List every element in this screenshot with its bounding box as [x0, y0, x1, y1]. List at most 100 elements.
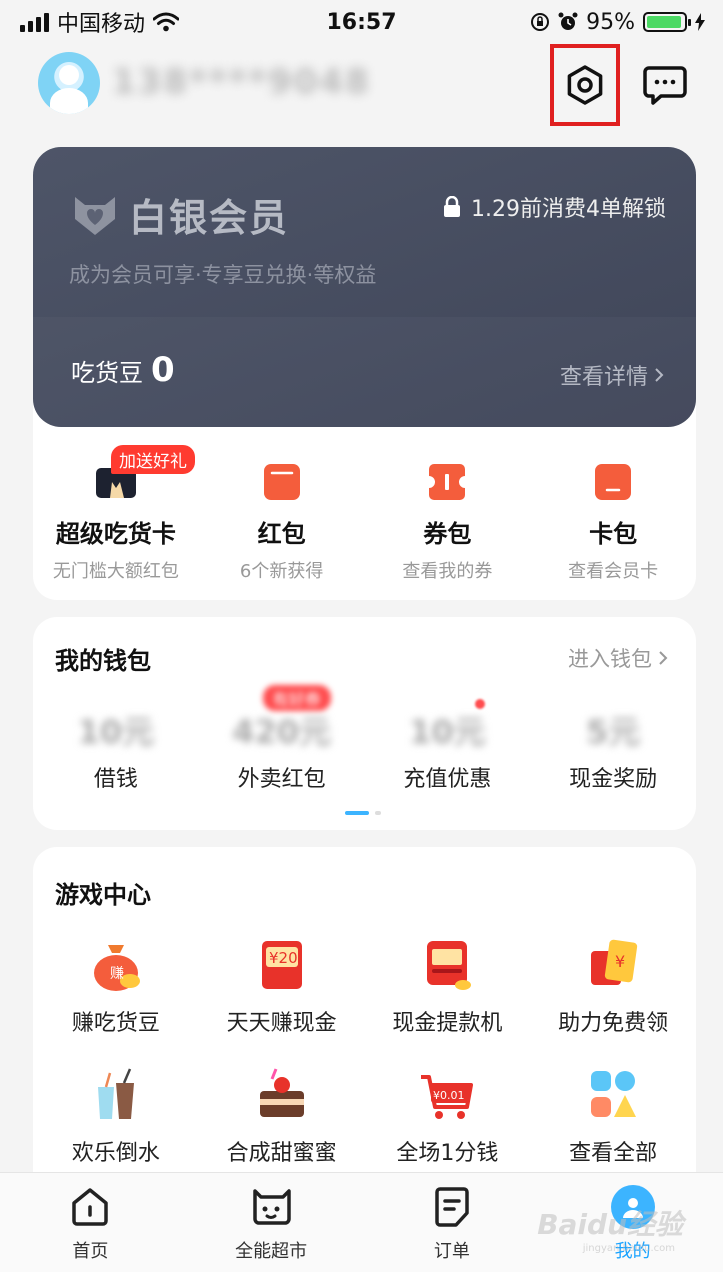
member-badge-icon — [75, 196, 115, 235]
game-daily-cash[interactable]: ¥20 天天赚现金 — [199, 937, 365, 1037]
watermark-logo: Baidu经验 — [537, 1208, 683, 1241]
member-subtitle: 成为会员可享·专享豆兑换·等权益 — [69, 263, 377, 287]
svg-text:赚: 赚 — [110, 966, 124, 982]
order-icon — [435, 1187, 469, 1227]
chevron-right-icon — [655, 368, 664, 382]
quick-title: 券包 — [423, 520, 472, 548]
unlock-text: 1.29前消费4单解锁 — [471, 197, 666, 222]
red-packet-entry[interactable]: 红包 6个新获得 — [199, 440, 365, 583]
quick-subtitle: 6个新获得 — [239, 561, 324, 582]
wallet-items: 10元 借钱 有好券 420元 外卖红包 10元 充值优惠 5元 现金奖励 — [33, 685, 696, 793]
carrier-name: 中国移动 — [57, 12, 146, 37]
charging-bolt-icon — [695, 13, 705, 31]
member-card[interactable]: 白银会员 1.29前消费4单解锁 成为会员可享·专享豆兑换·等权益 吃货豆 0 … — [33, 147, 696, 427]
beans-balance: 吃货豆 0 — [71, 350, 175, 390]
game-grid: 赚 赚吃货豆 ¥20 天天赚现金 现金提款机 ¥ 助力免费领 欢乐倒水 合成甜蜜… — [33, 937, 696, 1167]
wifi-icon — [153, 12, 180, 32]
game-label: 赚吃货豆 — [71, 1011, 160, 1036]
wallet-label: 借钱 — [93, 767, 138, 792]
settings-icon — [567, 65, 603, 105]
game-center-title: 游戏中心 — [55, 881, 151, 909]
gift-tag: 加送好礼 — [111, 445, 195, 474]
watermark-url: jingyan.baidu.com — [582, 1243, 675, 1254]
game-label: 现金提款机 — [392, 1011, 503, 1036]
settings-button[interactable] — [550, 44, 620, 126]
lock-icon — [444, 196, 461, 217]
cash-machine-icon — [427, 941, 472, 990]
wallet-label: 现金奖励 — [569, 767, 658, 792]
alarm-icon — [558, 12, 578, 30]
money-bag-icon: 赚 — [93, 945, 140, 991]
battery-percent: 95% — [586, 9, 635, 35]
quick-title: 超级吃货卡 — [55, 520, 176, 548]
status-bar: 中国移动 16:57 95% — [0, 0, 723, 44]
ticket-icon — [429, 464, 466, 500]
wallet-label: 充值优惠 — [403, 767, 492, 792]
tab-label: 订单 — [433, 1241, 470, 1262]
member-detail-link[interactable]: 查看详情 — [560, 359, 664, 391]
all-apps-icon — [591, 1071, 637, 1117]
coupon-icon: ¥ — [591, 939, 638, 985]
game-label: 合成甜蜜蜜 — [226, 1141, 337, 1166]
card-icon — [595, 464, 632, 500]
coupon-wallet-entry[interactable]: 券包 查看我的券 — [365, 440, 531, 583]
game-label: 查看全部 — [569, 1141, 658, 1166]
supermarket-icon — [253, 1189, 291, 1225]
wallet-label: 外卖红包 — [237, 767, 326, 792]
game-label: 全场1分钱 — [396, 1141, 499, 1166]
quick-subtitle: 无门槛大额红包 — [52, 561, 179, 582]
game-sweet-merge[interactable]: 合成甜蜜蜜 — [199, 1067, 365, 1167]
home-icon — [72, 1188, 109, 1226]
quick-title: 红包 — [257, 520, 306, 548]
quick-actions: 加送好礼 超级吃货卡 无门槛大额红包 红包 6个新获得 券包 查看我的券 卡包 … — [33, 440, 696, 583]
enter-wallet-link[interactable]: 进入钱包 — [568, 643, 668, 673]
tab-home[interactable]: 首页 — [0, 1173, 181, 1272]
quick-subtitle: 查看会员卡 — [568, 561, 659, 582]
quick-subtitle: 查看我的券 — [402, 561, 493, 582]
game-help-free[interactable]: ¥ 助力免费领 — [530, 937, 696, 1037]
cellular-signal-icon — [20, 12, 49, 32]
avatar[interactable] — [38, 52, 100, 114]
enter-wallet-label: 进入钱包 — [568, 647, 652, 671]
tab-supermarket[interactable]: 全能超市 — [181, 1173, 362, 1272]
tab-label: 首页 — [72, 1241, 109, 1262]
wallet-value: 420元 — [232, 713, 332, 751]
message-icon — [643, 66, 687, 105]
wallet-title: 我的钱包 — [55, 647, 151, 675]
member-unlock-hint: 1.29前消费4单解锁 — [443, 191, 666, 223]
game-view-all[interactable]: 查看全部 — [530, 1067, 696, 1167]
message-button[interactable] — [640, 60, 690, 110]
rotation-lock-icon — [531, 13, 550, 31]
clock: 16:57 — [326, 9, 397, 35]
svg-text:¥: ¥ — [615, 952, 625, 971]
wallet-item-recharge[interactable]: 10元 充值优惠 — [365, 699, 531, 793]
game-one-cent[interactable]: ¥0.01 全场1分钱 — [365, 1067, 531, 1167]
wallet-item-takeout-red-packet[interactable]: 有好券 420元 外卖红包 — [199, 685, 365, 793]
tab-orders[interactable]: 订单 — [362, 1173, 543, 1272]
wallet-item-cash-reward[interactable]: 5元 现金奖励 — [530, 707, 696, 793]
game-pour-water[interactable]: 欢乐倒水 — [33, 1067, 199, 1167]
profile-header: 138****9048 — [0, 44, 723, 126]
shopping-cart-icon: ¥0.01 — [421, 1075, 474, 1119]
red-envelope-icon: ¥20 — [261, 941, 302, 989]
tab-label: 全能超市 — [235, 1241, 308, 1262]
game-cash-machine[interactable]: 现金提款机 — [365, 937, 531, 1037]
page-indicator — [345, 811, 381, 815]
wallet-value: 10元 — [77, 713, 155, 751]
svg-text:¥0.01: ¥0.01 — [433, 1089, 465, 1102]
wallet-card: 我的钱包 进入钱包 10元 借钱 有好券 420元 外卖红包 10元 充值优惠 … — [33, 617, 696, 830]
super-foodie-card[interactable]: 加送好礼 超级吃货卡 无门槛大额红包 — [33, 440, 199, 583]
svg-text:¥20: ¥20 — [269, 949, 298, 967]
game-label: 助力免费领 — [558, 1011, 669, 1036]
member-detail-label: 查看详情 — [559, 365, 648, 390]
wallet-item-loan[interactable]: 10元 借钱 — [33, 707, 199, 793]
game-center-card: 游戏中心 赚 赚吃货豆 ¥20 天天赚现金 现金提款机 ¥ 助力免费领 欢乐倒水… — [33, 847, 696, 1207]
username[interactable]: 138****9048 — [112, 62, 371, 102]
card-wallet-entry[interactable]: 卡包 查看会员卡 — [530, 440, 696, 583]
game-earn-beans[interactable]: 赚 赚吃货豆 — [33, 937, 199, 1037]
battery-icon — [643, 12, 691, 32]
chevron-right-icon — [659, 651, 668, 665]
beans-value: 0 — [151, 350, 175, 390]
wallet-value: 10元 — [409, 713, 486, 751]
cake-icon — [259, 1068, 304, 1117]
